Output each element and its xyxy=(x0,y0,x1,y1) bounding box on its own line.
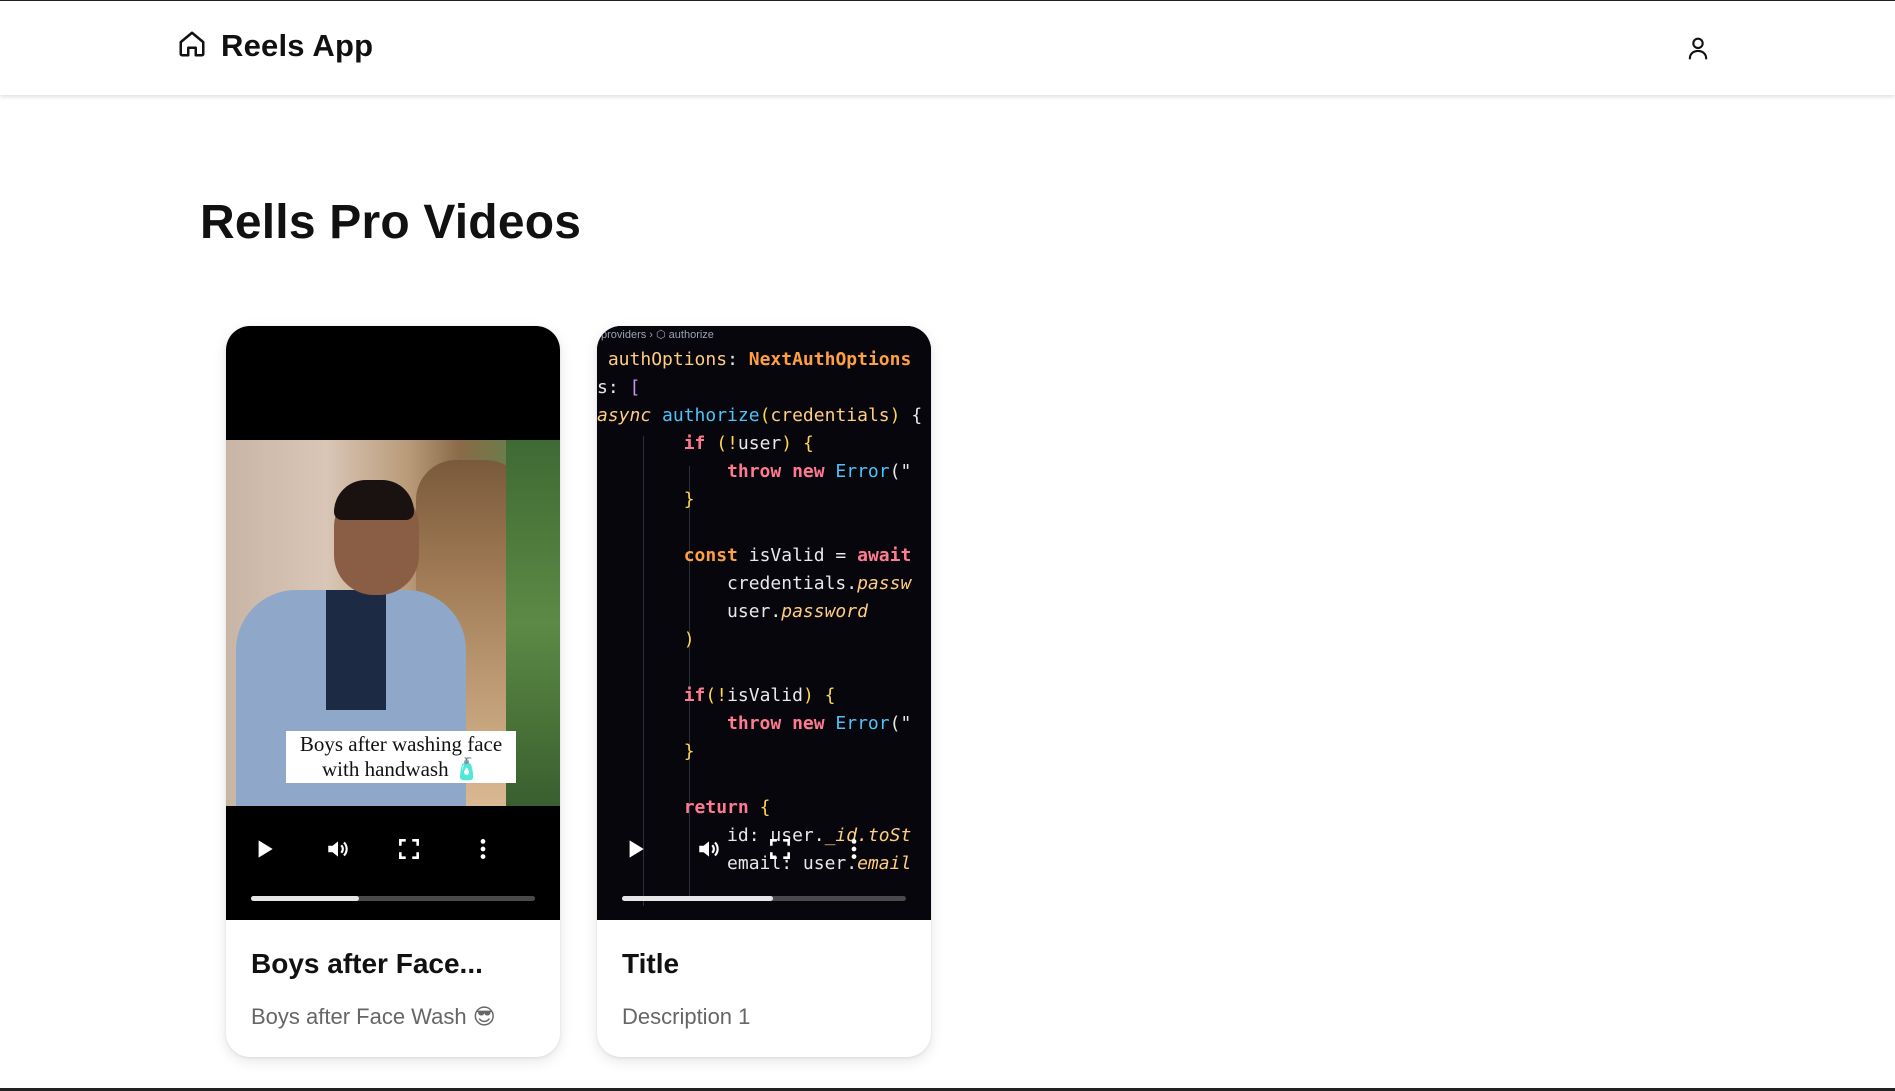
code-line: if (!user) { xyxy=(683,433,814,454)
video-progress-fill xyxy=(251,896,359,901)
video-progress-bar[interactable] xyxy=(622,896,906,901)
video-progress-fill xyxy=(622,896,773,901)
code-line: if(!isValid) { xyxy=(683,685,836,706)
home-link[interactable]: Reels App xyxy=(177,28,373,64)
code-line: async authorize(credentials) { xyxy=(597,405,923,426)
video-controls xyxy=(597,816,931,920)
video-card[interactable]: Boys after washing face with handwash 🧴 … xyxy=(226,326,560,1057)
page-title: Rells Pro Videos xyxy=(200,196,582,249)
person-shirt xyxy=(326,590,386,710)
video-description: Boys after Face Wash 😎 xyxy=(251,1004,496,1029)
code-line: } xyxy=(683,741,695,762)
more-options-button[interactable] xyxy=(841,836,867,862)
volume-icon xyxy=(328,841,348,857)
editor-breadcrumb: providers › ⬡ authorize xyxy=(601,329,714,341)
video-caption-line: with handwash 🧴 xyxy=(322,757,480,781)
navbar: Reels App xyxy=(0,1,1895,95)
play-button[interactable] xyxy=(622,836,648,862)
more-vertical-icon xyxy=(480,839,486,859)
app-title: Reels App xyxy=(221,28,374,63)
code-line: authOptions: NextAuthOptions xyxy=(607,349,912,370)
video-title: Boys after Face... xyxy=(251,948,483,979)
user-icon xyxy=(1684,37,1712,66)
video-caption: Boys after washing face with handwash 🧴 xyxy=(286,731,516,783)
code-snippet: authOptions: NextAuthOptions s: [ async au… xyxy=(597,346,922,878)
code-line: throw new Error(" xyxy=(727,461,912,482)
play-icon xyxy=(258,840,273,858)
volume-button[interactable] xyxy=(696,836,722,862)
code-line: throw new Error(" xyxy=(727,713,912,734)
more-options-button[interactable] xyxy=(470,836,496,862)
person-hair xyxy=(334,480,414,520)
video-progress-bar[interactable] xyxy=(251,896,535,901)
video-player[interactable]: providers › ⬡ authorize authOptions: Nex… xyxy=(597,326,931,920)
play-icon xyxy=(629,840,644,858)
volume-button[interactable] xyxy=(325,836,351,862)
fullscreen-icon xyxy=(770,839,790,859)
video-title: Title xyxy=(622,948,680,979)
code-line: } xyxy=(683,489,695,510)
code-line: s: [ xyxy=(597,377,641,398)
video-card[interactable]: providers › ⬡ authorize authOptions: Nex… xyxy=(597,326,931,1057)
more-vertical-icon xyxy=(851,839,857,859)
code-line: user.password xyxy=(727,601,868,622)
volume-icon xyxy=(699,841,719,857)
play-button[interactable] xyxy=(251,836,277,862)
code-line: const isValid = await xyxy=(683,545,912,566)
video-caption-line: Boys after washing face xyxy=(299,732,503,756)
code-line: ) xyxy=(683,629,695,650)
fullscreen-button[interactable] xyxy=(396,836,422,862)
user-menu-button[interactable] xyxy=(1684,34,1712,62)
code-line: credentials.passw xyxy=(727,573,912,594)
video-player[interactable]: Boys after washing face with handwash 🧴 xyxy=(226,326,560,920)
fullscreen-icon xyxy=(399,839,419,859)
home-icon xyxy=(177,29,207,64)
video-controls xyxy=(226,816,560,920)
video-description: Description 1 xyxy=(622,1004,751,1029)
video-frame: Boys after washing face with handwash 🧴 xyxy=(226,440,560,806)
fullscreen-button[interactable] xyxy=(767,836,793,862)
